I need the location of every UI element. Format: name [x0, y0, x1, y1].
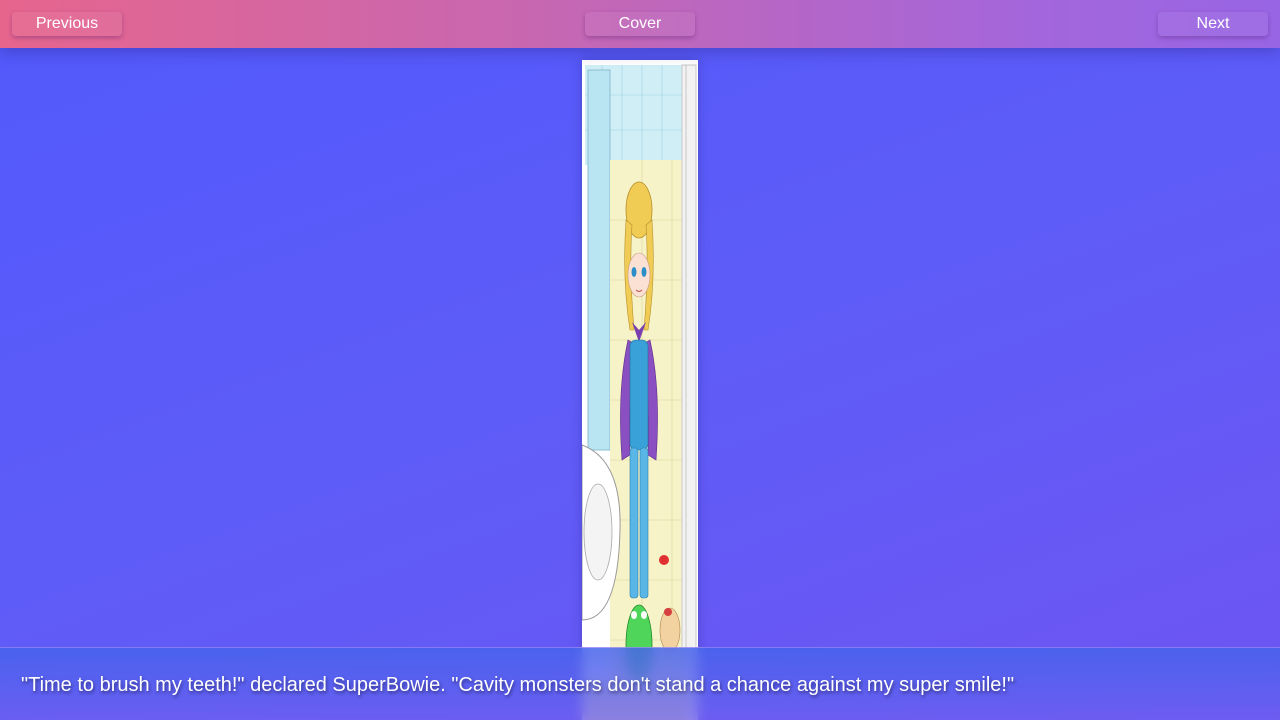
- top-nav-bar: Previous Cover Next: [0, 0, 1280, 48]
- caption-bar: "Time to brush my teeth!" declared Super…: [0, 647, 1280, 720]
- previous-button[interactable]: Previous: [12, 12, 122, 36]
- story-caption: "Time to brush my teeth!" declared Super…: [21, 674, 1015, 696]
- book-page: [582, 60, 698, 720]
- cover-button[interactable]: Cover: [585, 12, 695, 36]
- next-button[interactable]: Next: [1158, 12, 1268, 36]
- superbowie-bathroom-illustration: [582, 60, 698, 720]
